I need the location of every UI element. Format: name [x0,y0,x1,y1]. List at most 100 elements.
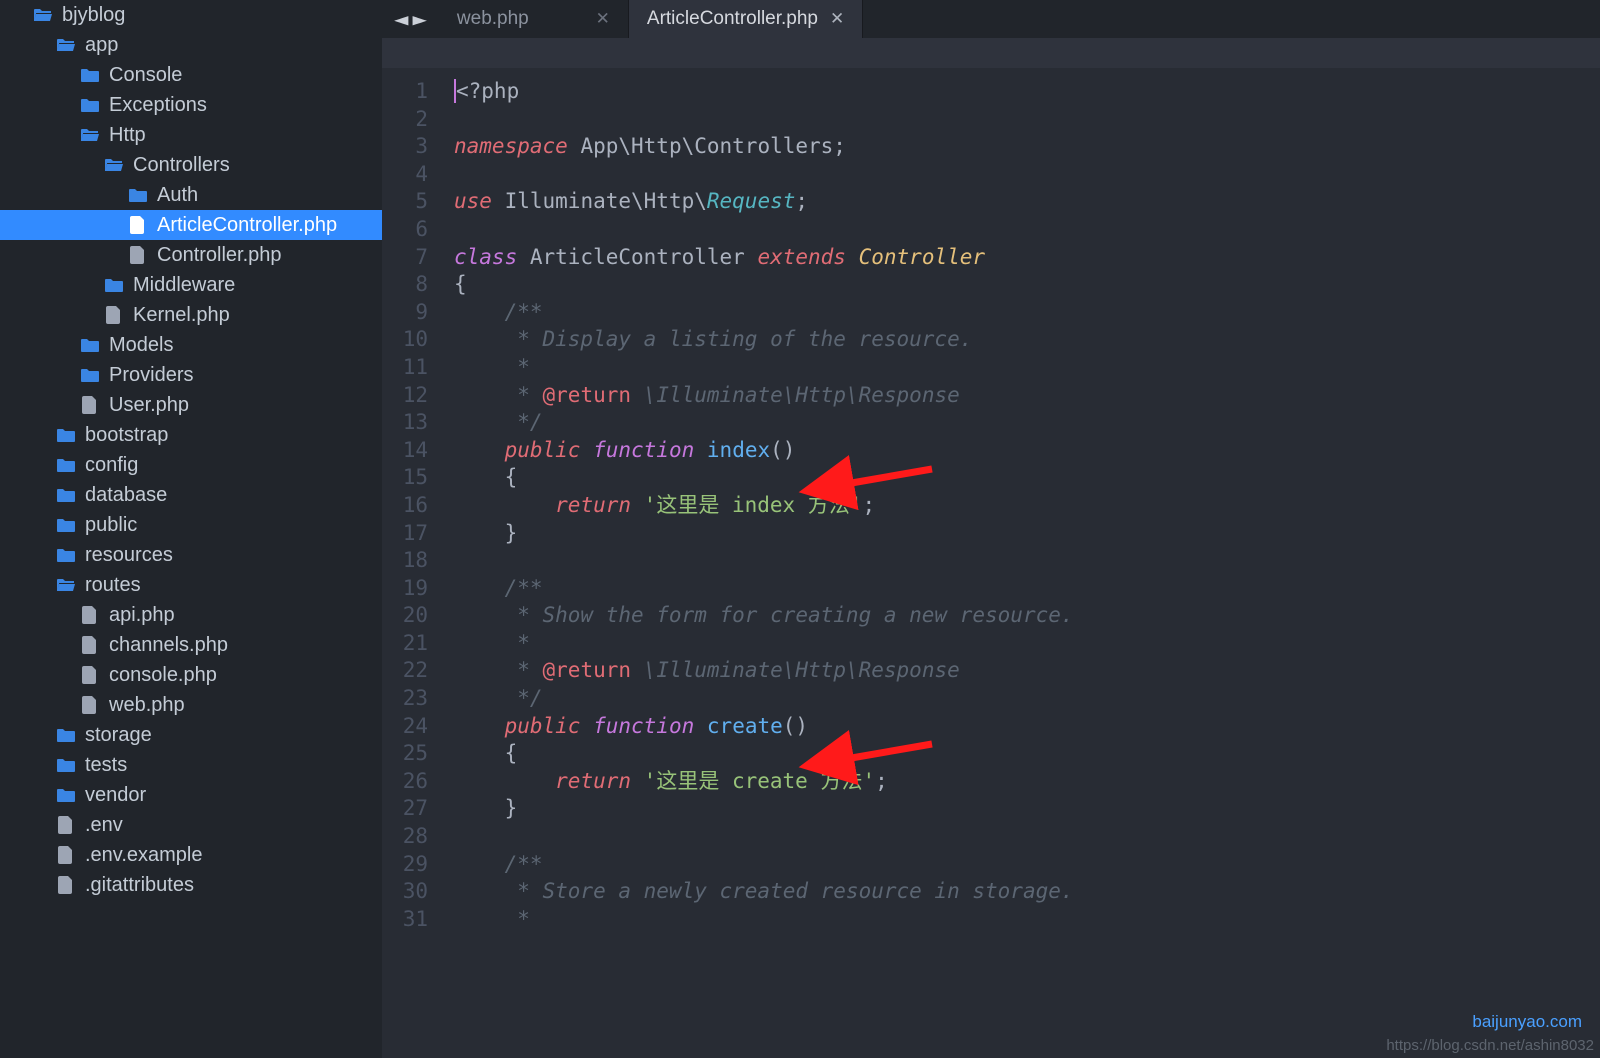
tree-folder-database[interactable]: database [0,480,382,510]
tree-folder-config[interactable]: config [0,450,382,480]
tree-file-articlecontroller-php[interactable]: ArticleController.php [0,210,382,240]
code-line[interactable]: /** [454,575,1600,603]
code-line[interactable] [454,823,1600,851]
tree-file-controller-php[interactable]: Controller.php [0,240,382,270]
tree-folder-exceptions[interactable]: Exceptions [0,90,382,120]
folder-open-icon [79,127,101,143]
editor-tab-web-php[interactable]: web.php ✕ [439,0,629,38]
code-line[interactable]: return '这里是 index 方法'; [454,492,1600,520]
tab-nav-arrows[interactable]: ◄ ► [382,0,439,38]
code-content[interactable]: <?php namespace App\Http\Controllers; us… [446,68,1600,1058]
tree-item-label: vendor [85,784,146,807]
code-line[interactable]: */ [454,685,1600,713]
line-number: 6 [382,216,446,244]
code-line[interactable]: { [454,271,1600,299]
code-line[interactable]: * @return \Illuminate\Http\Response [454,657,1600,685]
tree-file--gitattributes[interactable]: .gitattributes [0,870,382,900]
watermark-link: baijunyao.com [1472,1012,1582,1032]
tree-folder-controllers[interactable]: Controllers [0,150,382,180]
tree-folder-tests[interactable]: tests [0,750,382,780]
nav-next-icon[interactable]: ► [412,7,426,31]
code-line[interactable] [454,161,1600,189]
line-number: 14 [382,437,446,465]
code-line[interactable] [454,216,1600,244]
code-line[interactable]: { [454,740,1600,768]
tree-file-kernel-php[interactable]: Kernel.php [0,300,382,330]
line-number: 31 [382,906,446,934]
code-line[interactable]: <?php [454,78,1600,106]
code-line[interactable]: return '这里是 create 方法'; [454,768,1600,796]
code-line[interactable]: use Illuminate\Http\Request; [454,188,1600,216]
tree-folder-middleware[interactable]: Middleware [0,270,382,300]
code-line[interactable]: public function index() [454,437,1600,465]
folder-icon [55,727,77,743]
code-line[interactable] [454,547,1600,575]
tree-folder-bootstrap[interactable]: bootstrap [0,420,382,450]
tree-file--env-example[interactable]: .env.example [0,840,382,870]
line-number: 1 [382,78,446,106]
editor-tab-articlecontroller-php[interactable]: ArticleController.php✕ [629,0,863,38]
code-line[interactable]: * Show the form for creating a new resou… [454,602,1600,630]
tree-item-label: Controller.php [157,244,282,267]
close-icon[interactable]: ✕ [830,9,844,29]
file-icon [79,396,101,414]
nav-prev-icon[interactable]: ◄ [394,7,408,31]
code-line[interactable]: /** [454,851,1600,879]
tree-file--env[interactable]: .env [0,810,382,840]
line-number: 9 [382,299,446,327]
code-area[interactable]: 1234567891011121314151617181920212223242… [382,68,1600,1058]
tree-folder-console[interactable]: Console [0,60,382,90]
code-line[interactable]: /** [454,299,1600,327]
code-line[interactable]: } [454,795,1600,823]
code-line[interactable]: class ArticleController extends Controll… [454,244,1600,272]
folder-icon [55,487,77,503]
folder-icon [79,337,101,353]
tree-folder-http[interactable]: Http [0,120,382,150]
code-line[interactable]: * Display a listing of the resource. [454,326,1600,354]
tree-folder-providers[interactable]: Providers [0,360,382,390]
code-line[interactable]: * @return \Illuminate\Http\Response [454,382,1600,410]
code-line[interactable]: * [454,354,1600,382]
file-icon [127,246,149,264]
code-line[interactable]: * Store a newly created resource in stor… [454,878,1600,906]
close-icon[interactable]: ✕ [596,9,610,29]
tree-file-user-php[interactable]: User.php [0,390,382,420]
tree-folder-app[interactable]: app [0,30,382,60]
line-number: 12 [382,382,446,410]
tree-folder-models[interactable]: Models [0,330,382,360]
tree-file-console-php[interactable]: console.php [0,660,382,690]
tree-item-label: Exceptions [109,94,207,117]
tree-file-api-php[interactable]: api.php [0,600,382,630]
tree-item-label: Console [109,64,182,87]
code-line[interactable]: } [454,520,1600,548]
tab-label: web.php [457,8,529,30]
code-line[interactable]: public function create() [454,713,1600,741]
tree-item-label: web.php [109,694,185,717]
tree-item-label: public [85,514,137,537]
tree-item-label: Models [109,334,173,357]
tree-folder-bjyblog[interactable]: bjyblog [0,0,382,30]
tree-folder-routes[interactable]: routes [0,570,382,600]
tree-item-label: database [85,484,167,507]
line-number: 4 [382,161,446,189]
file-tree-sidebar[interactable]: bjyblogapp Console Exceptions Http Controlle… [0,0,382,1058]
tree-folder-resources[interactable]: resources [0,540,382,570]
file-icon [79,666,101,684]
tree-file-web-php[interactable]: web.php [0,690,382,720]
tree-item-label: console.php [109,664,217,687]
tree-folder-storage[interactable]: storage [0,720,382,750]
editor-pane: ◄ ► web.php✕ArticleController.php✕ 12345… [382,0,1600,1058]
code-line[interactable]: { [454,464,1600,492]
tree-item-label: config [85,454,138,477]
code-line[interactable]: namespace App\Http\Controllers; [454,133,1600,161]
tree-item-label: api.php [109,604,175,627]
code-line[interactable] [454,106,1600,134]
code-line[interactable]: */ [454,409,1600,437]
tree-folder-auth[interactable]: Auth [0,180,382,210]
tree-item-label: Controllers [133,154,230,177]
tree-file-channels-php[interactable]: channels.php [0,630,382,660]
tree-folder-public[interactable]: public [0,510,382,540]
code-line[interactable]: * [454,630,1600,658]
tree-folder-vendor[interactable]: vendor [0,780,382,810]
code-line[interactable]: * [454,906,1600,934]
